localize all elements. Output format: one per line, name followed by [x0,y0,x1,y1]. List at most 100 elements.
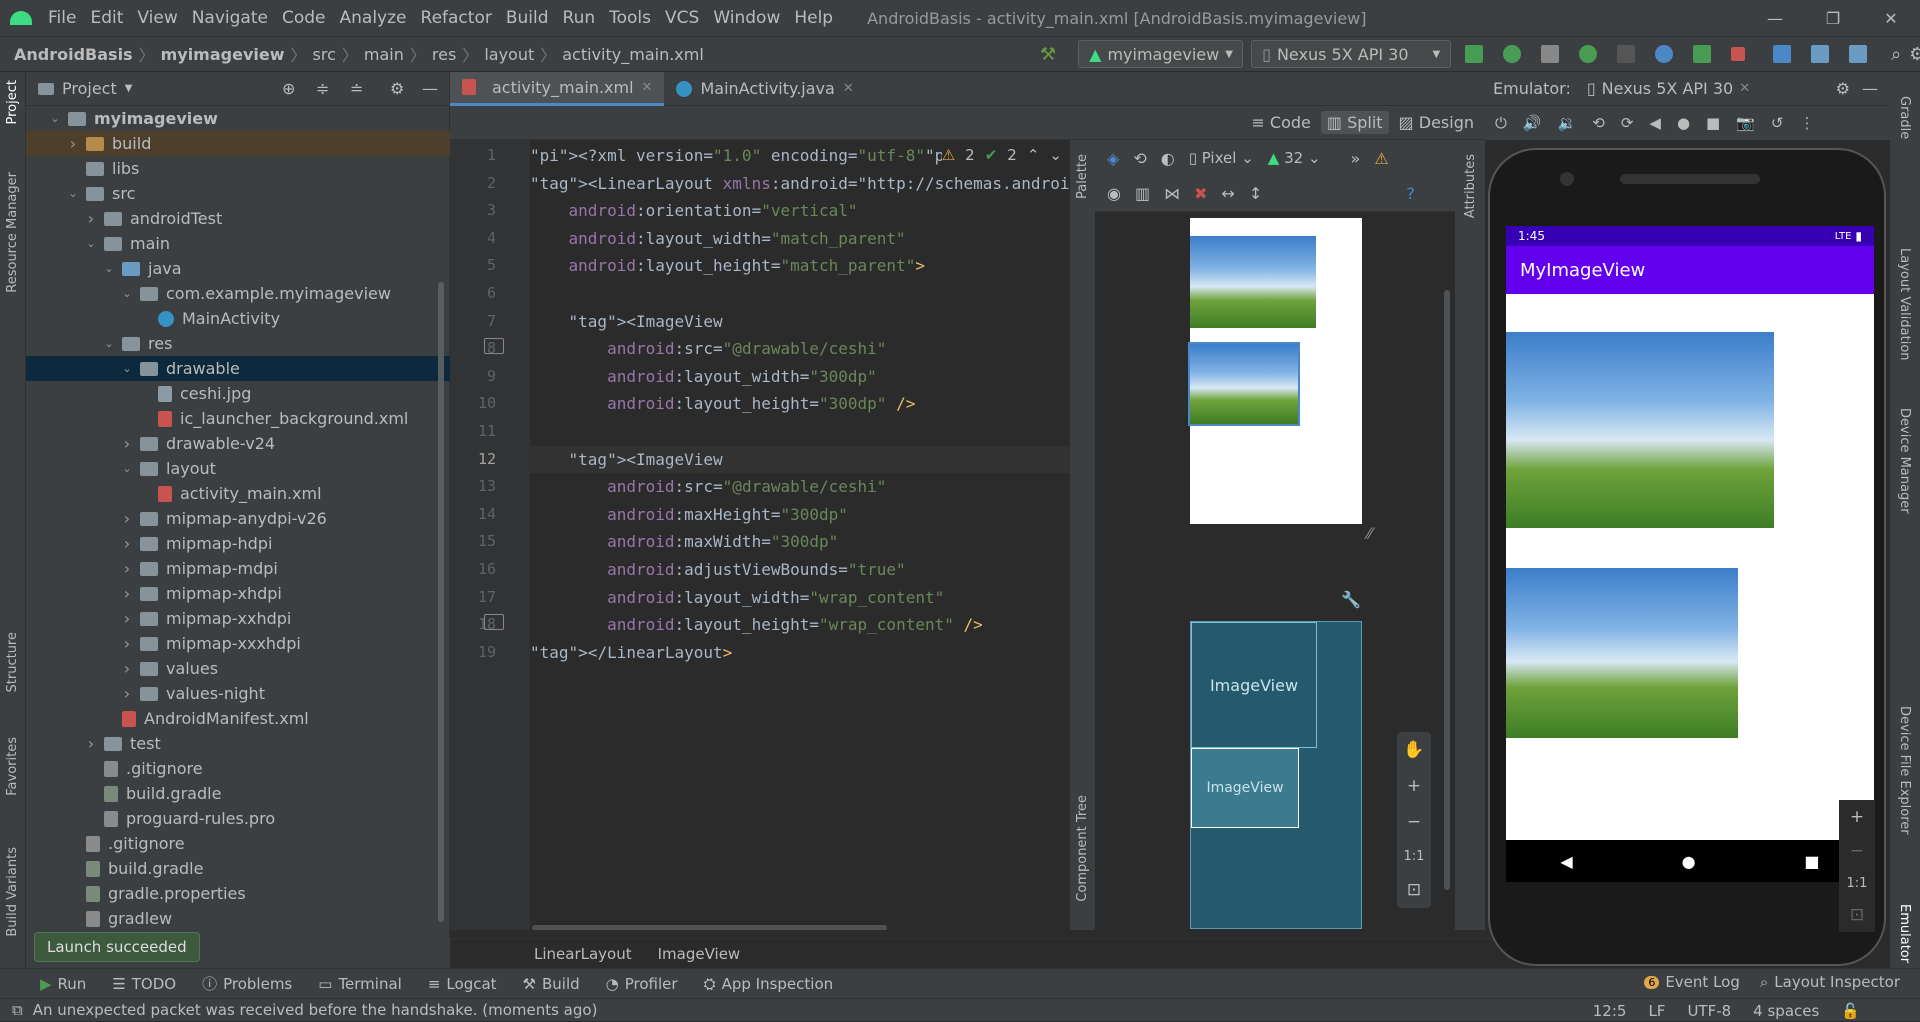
clear-constraints-icon[interactable]: ✖ [1194,184,1207,203]
snapshot-icon[interactable]: ↺ [1771,114,1784,132]
tool-layout-validation[interactable]: Layout Validation [1897,248,1912,361]
night-mode-icon[interactable]: ◐ [1161,149,1175,168]
tool-window-terminal[interactable]: ▭ Terminal [318,975,402,993]
sync-gradle-icon[interactable] [1773,45,1792,63]
hammer-icon[interactable]: ⚒ [1040,44,1056,65]
project-view-select[interactable]: Project [62,79,117,98]
tree-item[interactable]: build.gradle [26,856,450,881]
tree-item[interactable]: › mipmap-anydpi-v26 [26,506,450,531]
tool-gradle[interactable]: Gradle [1897,96,1912,139]
code-line[interactable] [530,280,1070,308]
tree-item[interactable]: › androidTest [26,206,450,231]
gear-icon[interactable]: ⚙ [1836,79,1850,98]
tree-item[interactable]: › build [26,131,450,156]
line-separator[interactable]: LF [1648,1002,1665,1020]
tree-item[interactable]: › mipmap-hdpi [26,531,450,556]
tool-emulator[interactable]: Emulator [1897,904,1912,963]
settings-icon[interactable]: ⚙ [1909,44,1920,65]
tree-item[interactable]: › mipmap-xxhdpi [26,606,450,631]
chevron-down-icon[interactable]: ⌄ [102,262,116,275]
attach-debugger-icon[interactable] [1693,45,1712,63]
profile-icon[interactable] [1655,45,1674,63]
code-line[interactable]: "tag"><LinearLayout xmlns:android="http:… [530,170,1070,198]
chevron-right-icon[interactable]: › [120,509,134,528]
tree-item[interactable]: ⌄ src [26,181,450,206]
chevron-right-icon[interactable]: › [120,434,134,453]
tool-window-problems[interactable]: ⓘ Problems [202,973,292,994]
device-preview-select[interactable]: ▯ Pixel ⌄ [1189,149,1254,167]
menu-code[interactable]: Code [282,8,326,28]
chevron-right-icon[interactable]: › [120,559,134,578]
chevron-right-icon[interactable]: › [120,684,134,703]
minimize-button[interactable]: — [1746,9,1804,28]
chevron-down-icon[interactable]: ⌄ [84,237,98,250]
menu-run[interactable]: Run [563,8,596,28]
more-options-icon[interactable]: ⋮ [1800,114,1815,132]
chevron-down-icon[interactable]: ⌄ [120,362,134,375]
device-select[interactable]: ▯ Nexus 5X API 30 ▼ [1251,40,1452,68]
debug-icon[interactable] [1579,45,1598,63]
rotate-left-icon[interactable]: ⟲ [1592,114,1605,132]
tree-item[interactable]: .gitignore [26,756,450,781]
coverage-icon[interactable] [1617,45,1636,63]
inspection-widget[interactable]: ⚠ 2 ✔ 2 ⌃ ⌄ [941,146,1062,164]
component-tree-tab[interactable]: Component Tree [1075,795,1090,902]
tree-item[interactable]: libs [26,156,450,181]
tree-item[interactable]: › values [26,656,450,681]
preview-image-2[interactable] [1188,342,1300,426]
tree-item[interactable]: › mipmap-xxxhdpi [26,631,450,656]
layers-icon[interactable]: ◈ [1107,149,1119,168]
code-line[interactable]: android:maxWidth="300dp" [530,528,1070,556]
tree-item[interactable]: ⌄ java [26,256,450,281]
chevron-right-icon[interactable]: › [120,609,134,628]
autoconnect-icon[interactable]: ⋈ [1164,184,1180,203]
tool-window-todo[interactable]: ☰ TODO [112,975,176,993]
palette-tab[interactable]: Palette [1075,154,1090,199]
expand-vertical-icon[interactable]: ↕ [1249,184,1262,203]
tool-window-app-inspection[interactable]: ⛭ App Inspection [704,975,834,993]
help-icon[interactable]: ? [1406,184,1415,203]
blueprint[interactable]: ImageView ImageView [1190,621,1362,929]
locate-icon[interactable]: ⊕ [282,79,295,98]
tab-main-activity[interactable]: MainActivity.java ✕ [664,72,865,106]
menu-tools[interactable]: Tools [609,8,651,28]
chevron-down-icon[interactable]: ⌄ [120,287,134,300]
code-line[interactable]: android:layout_width="wrap_content" [530,584,1070,612]
zoom-actual-button[interactable]: 1:1 [1404,849,1425,864]
tree-item[interactable]: › mipmap-xhdpi [26,581,450,606]
search-icon[interactable]: ⌕ [1891,44,1901,65]
run-icon[interactable] [1541,45,1560,63]
code-line[interactable]: android:orientation="vertical" [530,197,1070,225]
run-config-select[interactable]: ▲ myimageview ▼ [1078,40,1244,68]
caret-position[interactable]: 12:5 [1593,1002,1627,1020]
code-line[interactable]: android:src="@drawable/ceshi" [530,473,1070,501]
chevron-right-icon[interactable]: › [120,659,134,678]
design-canvas[interactable]: ⁄⁄ 🔧 ImageView ImageView ✋ + − 1:1 ⊡ [1095,212,1455,930]
hide-panel-icon[interactable]: — [1862,79,1878,98]
design-mode-button[interactable]: ▨ Design [1393,111,1480,134]
code-mode-button[interactable]: ≡ Code [1245,111,1316,134]
tree-item[interactable]: proguard-rules.pro [26,806,450,831]
status-icon[interactable]: ⧉ [12,1001,23,1019]
tree-item[interactable]: ⌄ drawable [26,356,450,381]
breadcrumb-item[interactable]: main [364,45,404,64]
tool-window-build[interactable]: ⚒ Build [523,975,580,993]
nav-back-icon[interactable]: ◀ [1560,852,1572,871]
orientation-icon[interactable]: ⟲ [1133,149,1146,168]
chevron-right-icon[interactable]: › [120,634,134,653]
tab-activity-main[interactable]: activity_main.xml ✕ [450,71,665,106]
zoom-out-icon[interactable]: − [1407,812,1421,832]
tree-item[interactable]: ⌄ com.example.myimageview [26,281,450,306]
crumb-imageview[interactable]: ImageView [658,945,741,963]
close-tab-icon[interactable]: ✕ [1739,81,1750,96]
attributes-tab[interactable]: Attributes [1463,154,1478,218]
breadcrumb-item[interactable]: res [432,45,456,64]
blueprint-imageview-2[interactable]: ImageView [1191,748,1299,828]
menu-navigate[interactable]: Navigate [192,8,268,28]
status-message[interactable]: An unexpected packet was received before… [33,1001,598,1019]
chevron-right-icon[interactable]: › [66,134,80,153]
restore-button[interactable]: ❐ [1804,9,1862,28]
warning-icon[interactable]: ⚠ [1374,149,1388,168]
code-line[interactable]: "tag"><ImageView [530,308,1070,336]
tree-scrollbar[interactable] [438,282,444,922]
